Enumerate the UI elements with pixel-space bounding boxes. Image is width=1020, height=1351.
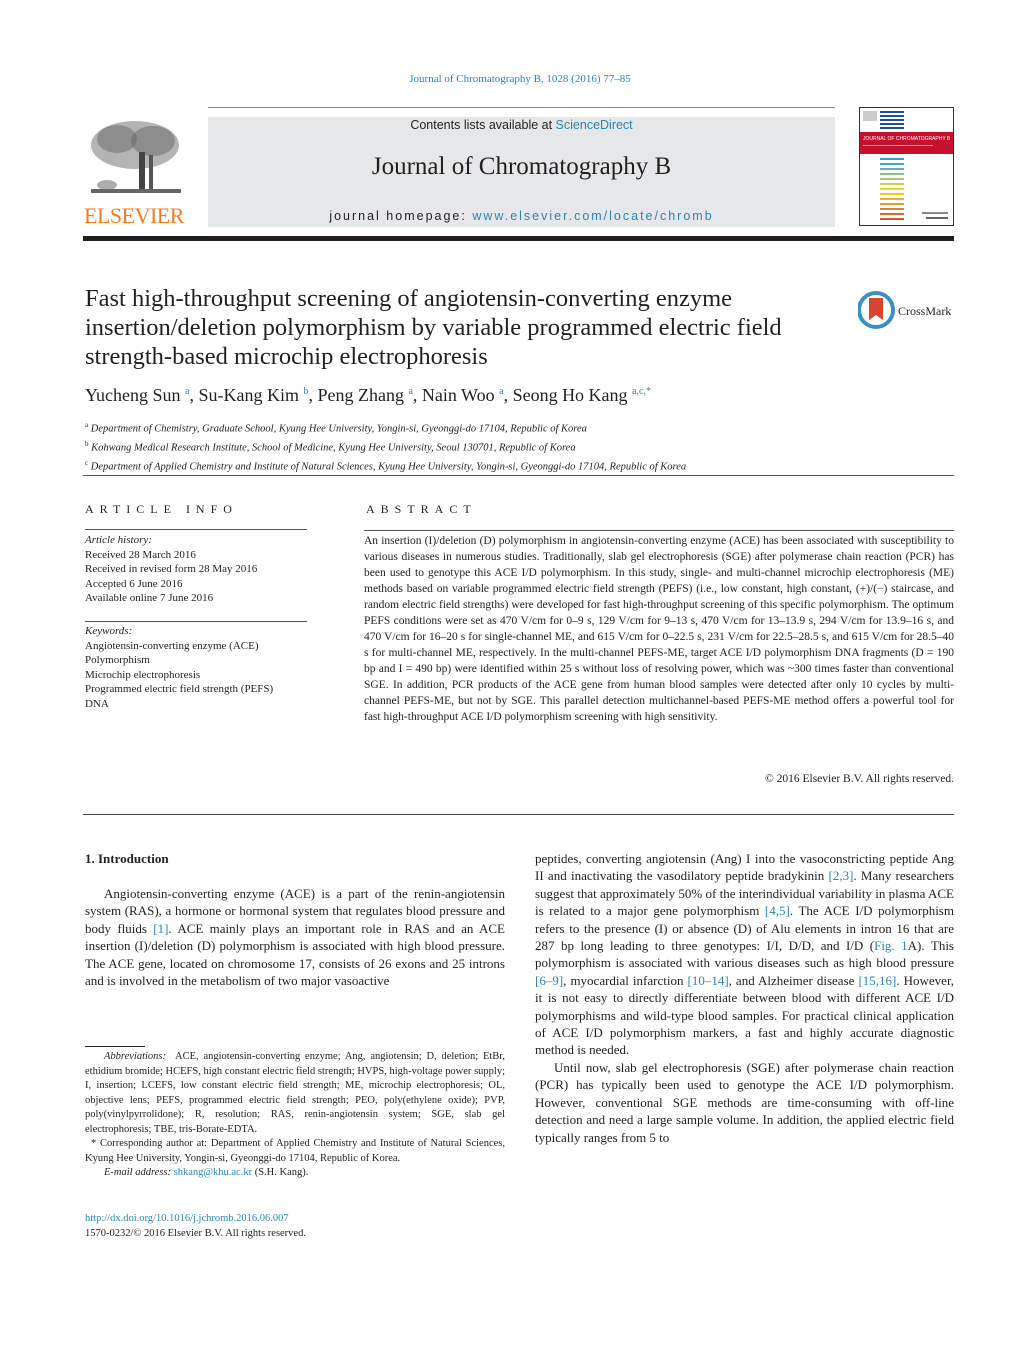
email-footnote: E-mail address: shkang@khu.ac.kr (S.H. K… [104,1167,309,1178]
citation-link[interactable]: [15,16] [858,973,896,988]
header-rule [208,107,835,108]
keyword: Angiotensin-converting enzyme (ACE) [85,639,259,652]
paragraph: Until now, slab gel electrophoresis (SGE… [535,1059,954,1145]
journal-name: Journal of Chromatography B [371,153,672,180]
section-heading-introduction: 1. Introduction [85,851,169,866]
keyword: Microchip electrophoresis [85,668,201,681]
affiliation-marker[interactable]: a [499,386,503,397]
journal-cover-icon: JOURNAL OF CHROMATOGRAPHY B [860,111,953,220]
author[interactable]: Su-Kang Kim b [198,385,308,405]
author-list: Yucheng Sun a, Su-Kang Kim b, Peng Zhang… [85,385,651,405]
history-label: Article history: [85,534,152,546]
elsevier-tree-icon [87,117,183,197]
citation-link[interactable]: Fig. 1 [874,938,908,953]
sciencedirect-link[interactable]: ScienceDirect [556,118,633,132]
article-info-heading: ARTICLE INFO [85,502,238,516]
author[interactable]: Yucheng Sun a [85,385,189,405]
divider [85,621,307,622]
masthead-thick-rule [83,236,954,241]
citation-link[interactable]: [1] [153,921,168,936]
keywords-label: Keywords: [85,625,133,637]
author[interactable]: Peng Zhang a [317,385,412,405]
journal-masthead: Contents lists available at ScienceDirec… [208,117,835,227]
journal-homepage-line: journal homepage: www.elsevier.com/locat… [208,209,835,223]
affiliation-marker[interactable]: a,c,* [632,386,651,397]
body-column-left: Angiotensin-converting enzyme (ACE) is a… [85,885,505,989]
text-run: , and Alzheimer disease [728,972,859,988]
journal-cover-thumbnail[interactable]: JOURNAL OF CHROMATOGRAPHY B [859,107,954,226]
author[interactable]: Seong Ho Kang a,c,* [513,385,651,405]
crossmark-badge[interactable]: CrossMark [857,290,958,330]
abbreviations-footnote: Abbreviations: ACE, angiotensin-converti… [85,1051,506,1135]
affiliation: c Department of Applied Chemistry and In… [85,459,687,473]
paragraph: peptides, converting angiotensin (Ang) I… [535,850,954,1059]
history-item: Accepted 6 June 2016 [85,577,183,590]
email-link[interactable]: shkang@khu.ac.kr [174,1167,252,1178]
affiliation-marker[interactable]: b [303,386,308,397]
abstract-text: An insertion (I)/deletion (D) polymorphi… [364,535,954,723]
contents-line: Contents lists available at ScienceDirec… [208,118,835,132]
paragraph: Angiotensin-converting enzyme (ACE) is a… [85,885,505,989]
citation-link[interactable]: [4,5] [765,903,790,918]
contents-prefix: Contents lists available at [410,118,556,132]
affiliations: a Department of Chemistry, Graduate Scho… [85,418,955,475]
citation-link[interactable]: [10–14] [687,973,728,988]
affiliation: a Department of Chemistry, Graduate Scho… [85,421,587,435]
corresponding-author-footnote: * Corresponding author at: Department of… [85,1138,505,1164]
history-item: Received 28 March 2016 [85,548,196,561]
doi-block: http://dx.doi.org/10.1016/j.jchromb.2016… [85,1212,505,1241]
elsevier-wordmark: ELSEVIER [84,203,184,228]
issn-copyright: 1570-0232/© 2016 Elsevier B.V. All right… [85,1227,306,1239]
text-run: , myocardial infarction [563,972,688,988]
affiliation-marker[interactable]: a [408,386,412,397]
body-column-right: peptides, converting angiotensin (Ang) I… [535,850,954,1146]
affiliation: b Kohwang Medical Research Institute, Sc… [85,440,576,454]
crossmark-icon: CrossMark [857,291,951,329]
history-item: Received in revised form 28 May 2016 [85,563,258,575]
abstract-copyright: © 2016 Elsevier B.V. All rights reserved… [765,773,954,785]
divider [83,475,954,476]
homepage-prefix: journal homepage: [329,209,473,223]
keyword: Polymorphism [85,654,150,666]
crossmark-label: CrossMark [898,304,951,318]
citation-link[interactable]: [6–9] [535,973,563,988]
divider [85,529,307,530]
abstract-heading: ABSTRACT [366,502,477,516]
elsevier-logo[interactable]: ELSEVIER [83,115,185,229]
divider [364,530,954,531]
keyword: DNA [85,697,109,710]
doi-link[interactable]: http://dx.doi.org/10.1016/j.jchromb.2016… [85,1212,505,1227]
homepage-link[interactable]: www.elsevier.com/locate/chromb [472,209,713,223]
footnote-rule [85,1046,145,1047]
author[interactable]: Nain Woo a [422,385,504,405]
keywords: Keywords: Angiotensin-converting enzyme … [85,624,325,711]
cover-title: JOURNAL OF CHROMATOGRAPHY B [863,136,951,142]
footnotes: Abbreviations: ACE, angiotensin-converti… [85,1050,505,1181]
affiliation-marker[interactable]: a [185,386,189,397]
citation-link[interactable]: [2,3] [828,868,853,883]
article-history: Article history: Received 28 March 2016 … [85,533,307,606]
journal-citation-link[interactable]: Journal of Chromatography B, 1028 (2016)… [0,73,1020,85]
divider [83,814,954,815]
history-item: Available online 7 June 2016 [85,592,214,604]
article-title: Fast high-throughput screening of angiot… [85,285,782,370]
keyword: Programmed electric field strength (PEFS… [85,683,274,695]
